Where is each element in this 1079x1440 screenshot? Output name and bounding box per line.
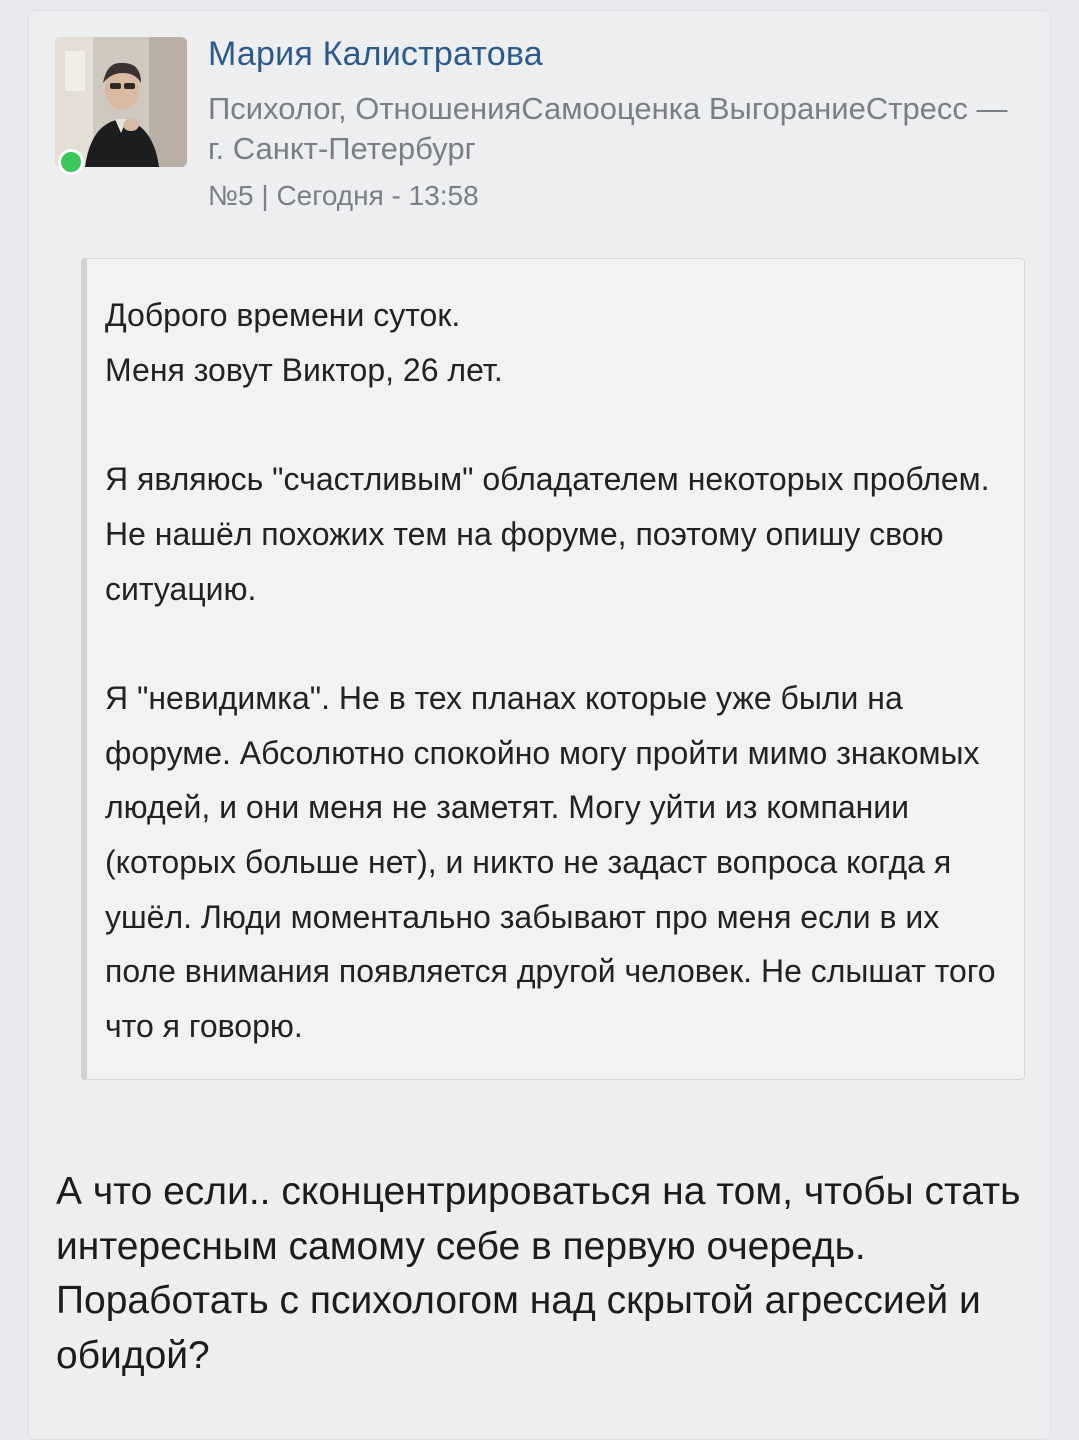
quoted-message-text: Доброго времени суток. Меня зовут Виктор…	[105, 288, 1005, 1054]
quote-paragraph: Меня зовут Виктор, 26 лет.	[105, 351, 503, 388]
post-number-and-time: №5 | Сегодня - 13:58	[208, 180, 479, 211]
avatar[interactable]	[55, 37, 187, 167]
reply-message-text: А что если.. сконцентрироваться на том, …	[56, 1170, 1021, 1377]
online-status-indicator	[58, 149, 84, 175]
quote-paragraph: Я являюсь "счастливым" обладателем некот…	[105, 461, 990, 498]
quoted-message: Доброго времени суток. Меня зовут Виктор…	[81, 258, 1025, 1080]
author-name-link[interactable]: Мария Калистратова	[208, 35, 543, 74]
author-avatar-container[interactable]	[55, 37, 187, 175]
quote-paragraph: Я "невидимка". Не в тех планах которые у…	[105, 679, 996, 1045]
forum-post: Мария Калистратова Психолог, ОтношенияСа…	[28, 10, 1051, 1440]
author-description: Психолог, ОтношенияСамооценка ВыгораниеС…	[208, 91, 1008, 166]
quote-paragraph: Не нашёл похожих тем на форуме, поэтому …	[105, 515, 944, 607]
quote-paragraph: Доброго времени суток.	[105, 297, 461, 333]
